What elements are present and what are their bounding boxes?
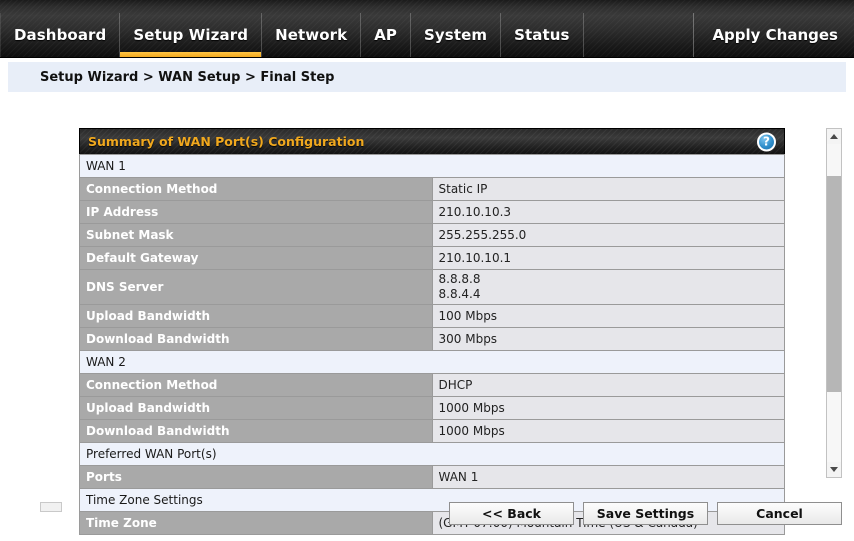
row-value: 8.8.8.8 8.8.4.4 bbox=[431, 269, 785, 305]
row-label: DNS Server bbox=[79, 269, 433, 305]
table-row: Default Gateway 210.10.10.1 bbox=[79, 246, 785, 270]
table-section-row: WAN 1 bbox=[79, 154, 785, 178]
row-value: 210.10.10.3 bbox=[431, 200, 785, 224]
row-label: IP Address bbox=[79, 200, 433, 224]
table-row: Download Bandwidth 1000 Mbps bbox=[79, 419, 785, 443]
row-label: Default Gateway bbox=[79, 246, 433, 270]
help-question-icon[interactable]: ? bbox=[757, 132, 776, 151]
row-label: Download Bandwidth bbox=[79, 419, 433, 443]
nav-item-network[interactable]: Network bbox=[262, 13, 362, 57]
nav-item-ap[interactable]: AP bbox=[361, 13, 412, 57]
nav-item-dashboard[interactable]: Dashboard bbox=[0, 13, 121, 57]
row-value-line: 8.8.4.4 bbox=[438, 287, 481, 301]
table-section-row: Preferred WAN Port(s) bbox=[79, 442, 785, 466]
row-label: Download Bandwidth bbox=[79, 327, 433, 351]
row-label: Subnet Mask bbox=[79, 223, 433, 247]
row-label: Connection Method bbox=[79, 177, 433, 201]
breadcrumb: Setup Wizard > WAN Setup > Final Step bbox=[8, 62, 846, 92]
section-label: WAN 1 bbox=[79, 154, 785, 178]
row-value: Static IP bbox=[431, 177, 785, 201]
save-settings-button[interactable]: Save Settings bbox=[583, 502, 708, 525]
breadcrumb-text: Setup Wizard > WAN Setup > Final Step bbox=[40, 69, 335, 85]
scrollbar-track[interactable] bbox=[827, 144, 841, 462]
wan-summary-table: WAN 1 Connection Method Static IP IP Addres… bbox=[79, 154, 785, 535]
row-value-line: 8.8.8.8 bbox=[438, 272, 481, 286]
table-row: DNS Server 8.8.8.8 8.8.4.4 bbox=[79, 269, 785, 305]
nav-item-system[interactable]: System bbox=[411, 13, 502, 57]
row-value: 255.255.255.0 bbox=[431, 223, 785, 247]
table-row: Subnet Mask 255.255.255.0 bbox=[79, 223, 785, 247]
nav-items: Dashboard Setup Wizard Network AP System Stat… bbox=[0, 13, 584, 57]
section-label: WAN 2 bbox=[79, 350, 785, 374]
table-section-row: WAN 2 bbox=[79, 350, 785, 374]
table-row: Connection Method Static IP bbox=[79, 177, 785, 201]
cancel-button[interactable]: Cancel bbox=[717, 502, 842, 525]
row-label: Time Zone bbox=[79, 511, 433, 535]
row-label: Upload Bandwidth bbox=[79, 304, 433, 328]
table-row: Upload Bandwidth 1000 Mbps bbox=[79, 396, 785, 420]
horizontal-scrollbar-stub[interactable] bbox=[40, 502, 62, 512]
top-navigation-bar: Dashboard Setup Wizard Network AP System Stat… bbox=[0, 0, 854, 58]
row-value: 100 Mbps bbox=[431, 304, 785, 328]
panel-header: Summary of WAN Port(s) Configuration ? bbox=[79, 128, 785, 154]
table-row: IP Address 210.10.10.3 bbox=[79, 200, 785, 224]
vertical-scrollbar[interactable] bbox=[826, 128, 842, 478]
table-row: Upload Bandwidth 100 Mbps bbox=[79, 304, 785, 328]
row-value: WAN 1 bbox=[431, 465, 785, 489]
scrollbar-thumb[interactable] bbox=[827, 175, 841, 393]
footer-button-bar: << Back Save Settings Cancel bbox=[449, 502, 842, 525]
scroll-down-arrow-icon[interactable] bbox=[827, 462, 841, 477]
row-value: 1000 Mbps bbox=[431, 419, 785, 443]
row-label: Ports bbox=[79, 465, 433, 489]
row-value: 210.10.10.1 bbox=[431, 246, 785, 270]
content-area: Summary of WAN Port(s) Configuration ? W… bbox=[0, 92, 854, 535]
row-label: Connection Method bbox=[79, 373, 433, 397]
panel-title: Summary of WAN Port(s) Configuration bbox=[88, 134, 365, 149]
apply-changes-button[interactable]: Apply Changes bbox=[693, 13, 854, 57]
table-row: Connection Method DHCP bbox=[79, 373, 785, 397]
back-button[interactable]: << Back bbox=[449, 502, 574, 525]
row-value: 300 Mbps bbox=[431, 327, 785, 351]
scroll-up-arrow-icon[interactable] bbox=[827, 129, 841, 144]
table-row: Ports WAN 1 bbox=[79, 465, 785, 489]
row-value: DHCP bbox=[431, 373, 785, 397]
table-row: Download Bandwidth 300 Mbps bbox=[79, 327, 785, 351]
row-value: 1000 Mbps bbox=[431, 396, 785, 420]
row-label: Upload Bandwidth bbox=[79, 396, 433, 420]
section-label: Preferred WAN Port(s) bbox=[79, 442, 785, 466]
summary-panel: Summary of WAN Port(s) Configuration ? W… bbox=[79, 128, 785, 535]
nav-item-status[interactable]: Status bbox=[501, 13, 584, 57]
nav-item-setup-wizard[interactable]: Setup Wizard bbox=[120, 13, 263, 57]
